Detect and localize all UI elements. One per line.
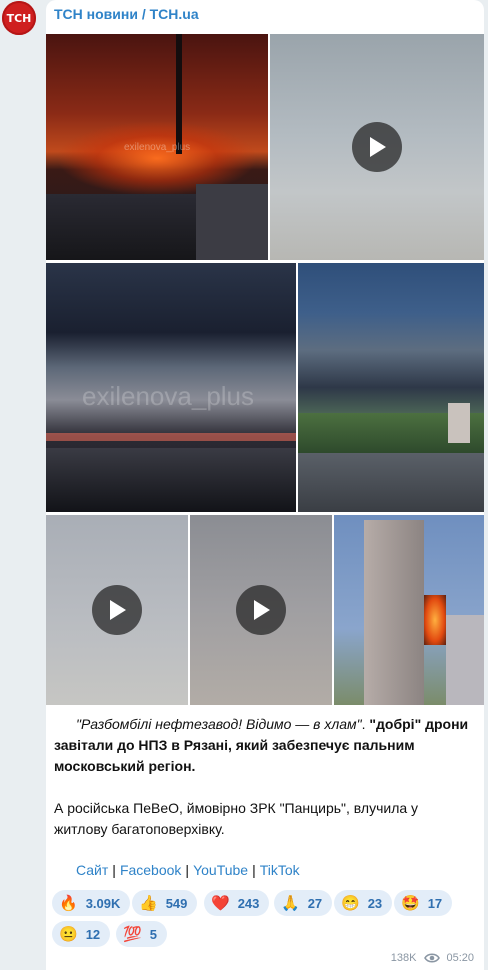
tower-shape bbox=[364, 520, 424, 705]
media-photo-smoke-cloud[interactable] bbox=[298, 263, 484, 512]
watermark: exilenova_plus bbox=[82, 381, 255, 411]
thumbs-up-icon: 👍 bbox=[139, 894, 158, 912]
link-separator: | bbox=[185, 862, 190, 878]
building-shape bbox=[196, 184, 268, 260]
rooftops-shape bbox=[298, 453, 484, 512]
reaction-grin[interactable]: 😁 23 bbox=[334, 890, 393, 916]
post-text: "Разбомбілі нефтезавод! Відимо — в хлам"… bbox=[54, 716, 469, 774]
message-bubble: ТСН новини / TCH.ua exilenova_plus exile… bbox=[46, 0, 484, 970]
fire-shape bbox=[424, 595, 446, 645]
heart-icon: ❤️ bbox=[211, 894, 230, 912]
media-photo-smoke-city[interactable]: exilenova_plus bbox=[46, 263, 296, 512]
views-count: 138K bbox=[390, 952, 417, 964]
star-eyes-icon: 🤩 bbox=[401, 894, 420, 912]
link-separator: | bbox=[112, 862, 116, 878]
link-separator: | bbox=[252, 862, 256, 878]
reaction-count: 3.09K bbox=[85, 895, 121, 911]
tower-shape bbox=[448, 403, 470, 443]
reaction-count: 549 bbox=[165, 895, 188, 911]
post-quote: "Разбомбілі нефтезавод! Відимо — в хлам" bbox=[76, 716, 362, 732]
media-photo-burning-building[interactable] bbox=[334, 515, 484, 705]
media-photo-fire[interactable]: exilenova_plus bbox=[46, 34, 268, 260]
play-icon bbox=[110, 600, 126, 620]
link-site[interactable]: Сайт bbox=[76, 862, 108, 878]
play-button[interactable] bbox=[236, 585, 286, 635]
reaction-neutral[interactable]: 😐 12 bbox=[52, 921, 111, 947]
watermark: exilenova_plus bbox=[124, 142, 191, 153]
media-video-1[interactable] bbox=[270, 34, 484, 260]
reaction-count: 5 bbox=[149, 926, 157, 942]
link-tiktok[interactable]: TikTok bbox=[260, 862, 300, 878]
channel-name[interactable]: ТСН новини / TCH.ua bbox=[54, 6, 199, 22]
media-video-2[interactable] bbox=[46, 515, 188, 705]
reaction-heart[interactable]: ❤️ 243 bbox=[204, 890, 270, 916]
reaction-pray[interactable]: 🙏 27 bbox=[274, 890, 333, 916]
play-icon bbox=[254, 600, 270, 620]
hundred-icon: 💯 bbox=[123, 925, 142, 943]
reaction-thumbs-up[interactable]: 👍 549 bbox=[132, 890, 198, 916]
links-row: Сайт | Facebook | YouTube | TikTok bbox=[76, 862, 300, 878]
play-button[interactable] bbox=[92, 585, 142, 635]
fire-icon: 🔥 bbox=[59, 894, 78, 912]
reaction-count: 23 bbox=[367, 895, 383, 911]
post-paragraph: А російська ПеВеО, ймовірно ЗРК "Панцирь… bbox=[54, 800, 419, 837]
reaction-count: 243 bbox=[237, 895, 260, 911]
reaction-count: 12 bbox=[85, 926, 101, 942]
link-youtube[interactable]: YouTube bbox=[193, 862, 248, 878]
play-icon bbox=[370, 137, 386, 157]
building-shape bbox=[446, 615, 484, 705]
channel-avatar[interactable]: ТСН bbox=[2, 1, 36, 35]
chimney-shape bbox=[176, 34, 182, 154]
eye-icon bbox=[424, 953, 441, 963]
glow-line bbox=[46, 433, 296, 441]
media-video-3[interactable] bbox=[190, 515, 332, 705]
link-facebook[interactable]: Facebook bbox=[120, 862, 181, 878]
reaction-star-eyes[interactable]: 🤩 17 bbox=[394, 890, 453, 916]
city-silhouette bbox=[46, 448, 296, 512]
neutral-face-icon: 😐 bbox=[59, 925, 78, 943]
grin-icon: 😁 bbox=[341, 894, 360, 912]
pray-icon: 🙏 bbox=[281, 894, 300, 912]
reaction-hundred[interactable]: 💯 5 bbox=[116, 921, 167, 947]
reaction-count: 17 bbox=[427, 895, 443, 911]
message-time: 05:20 bbox=[446, 952, 474, 964]
reaction-fire[interactable]: 🔥 3.09K bbox=[52, 890, 131, 916]
message-meta: 138K 05:20 bbox=[391, 952, 474, 964]
play-button[interactable] bbox=[352, 122, 402, 172]
reaction-count: 27 bbox=[307, 895, 323, 911]
